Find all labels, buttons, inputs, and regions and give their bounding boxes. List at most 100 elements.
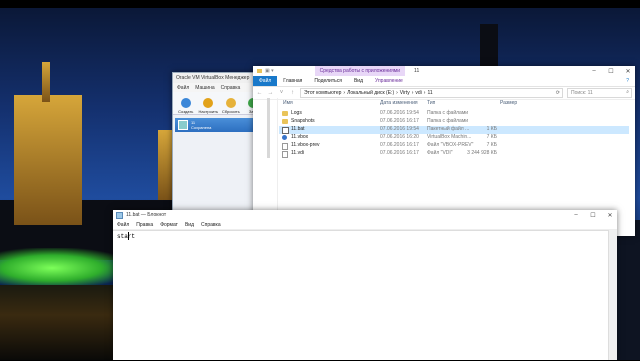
file-row[interactable]: 11.vbox-prev 07.06.2016 16:17 Файл "VBOX-P… bbox=[279, 142, 629, 150]
notepad-minimize-button[interactable]: – bbox=[569, 212, 583, 218]
discard-button[interactable]: Сбросить bbox=[221, 98, 240, 114]
virtualbox-window: Oracle VM VirtualBox Менеджер Файл Машин… bbox=[172, 72, 264, 224]
vbox-menu-help[interactable]: Справка bbox=[221, 85, 241, 91]
notepad-maximize-button[interactable]: ☐ bbox=[586, 212, 600, 219]
column-size[interactable]: Размер bbox=[500, 100, 517, 106]
virtualbox-titlebar: Oracle VM VirtualBox Менеджер bbox=[173, 73, 263, 83]
file-size: 7 КБ bbox=[486, 134, 497, 140]
up-arrow-icon[interactable]: ↑ bbox=[289, 90, 296, 96]
notepad-scrollbar[interactable] bbox=[608, 230, 617, 360]
context-tab-label: Средства работы с приложениями bbox=[314, 66, 406, 76]
file-row[interactable]: Logs 07.06.2016 19:54 Папка с файлами bbox=[279, 110, 629, 118]
file-name: Snapshots bbox=[291, 118, 315, 124]
bridge-lights bbox=[0, 248, 130, 288]
folder-icon bbox=[257, 69, 262, 73]
ribbon-tabs: Файл Главная Поделиться Вид Управление ? bbox=[253, 76, 635, 87]
breadcrumb-vdi[interactable]: vdi bbox=[415, 90, 421, 96]
tab-share[interactable]: Поделиться bbox=[308, 76, 348, 86]
recent-dropdown-icon[interactable]: ˅ bbox=[278, 90, 285, 96]
virtualbox-title: Oracle VM VirtualBox Менеджер bbox=[176, 75, 250, 81]
settings-button[interactable]: Настроить bbox=[198, 98, 218, 114]
notepad-menu-format[interactable]: Формат bbox=[160, 222, 178, 228]
notepad-text-area[interactable]: start bbox=[113, 230, 609, 361]
tab-home[interactable]: Главная bbox=[277, 76, 308, 86]
file-size: 1 КБ bbox=[486, 126, 497, 132]
file-type: Файл "VDI" bbox=[427, 150, 453, 156]
refresh-icon[interactable]: ⟳ bbox=[556, 90, 562, 96]
file-name: 11.vbox-prev bbox=[291, 142, 320, 148]
notepad-window: 11.bat — Блокнот – ☐ ✕ Файл Правка Форма… bbox=[113, 210, 617, 360]
file-row[interactable]: 11.bat 07.06.2016 19:54 Пакетный файл ... 1… bbox=[279, 126, 629, 134]
file-row[interactable]: 11.vbox 07.06.2016 16:20 VirtualBox Machin… bbox=[279, 134, 629, 142]
maximize-button[interactable]: ☐ bbox=[604, 68, 618, 75]
breadcrumb-11[interactable]: 11 bbox=[427, 90, 432, 96]
file-name: 11.vdi bbox=[291, 150, 304, 156]
quick-access-icons[interactable]: ▣ ▾ bbox=[265, 68, 274, 74]
palace-tower bbox=[14, 95, 82, 225]
address-input[interactable]: Этот компьютер › Локальный диск (E:) › Vir… bbox=[300, 88, 563, 98]
notepad-content: start bbox=[117, 233, 136, 240]
church-spire bbox=[480, 24, 498, 69]
back-arrow-icon[interactable]: ← bbox=[256, 90, 263, 96]
discard-label: Сбросить bbox=[221, 109, 240, 114]
file-type: Папка с файлами bbox=[427, 118, 469, 124]
settings-label: Настроить bbox=[198, 109, 219, 114]
notepad-menu-view[interactable]: Вид bbox=[185, 222, 194, 228]
tab-file[interactable]: Файл bbox=[253, 76, 278, 86]
help-icon[interactable]: ? bbox=[620, 76, 635, 86]
vbox-menu-file[interactable]: Файл bbox=[177, 85, 189, 91]
file-size: 7 КБ bbox=[486, 142, 497, 148]
notepad-menubar: Файл Правка Формат Вид Справка bbox=[113, 220, 617, 230]
river bbox=[0, 285, 120, 360]
file-row[interactable]: 11.vdi 07.06.2016 16:17 Файл "VDI" 3 244 92… bbox=[279, 150, 629, 158]
search-icon: ⌕ bbox=[626, 89, 629, 95]
close-button[interactable]: ✕ bbox=[621, 68, 635, 75]
file-date: 07.06.2016 19:54 bbox=[380, 126, 419, 132]
file-date: 07.06.2016 16:17 bbox=[380, 118, 419, 124]
discard-icon bbox=[225, 98, 236, 108]
file-type: Пакетный файл ... bbox=[427, 126, 470, 132]
vm-state: Сохранена bbox=[191, 125, 212, 130]
gear-icon bbox=[203, 98, 214, 108]
vbox-menu-machine[interactable]: Машина bbox=[195, 85, 214, 91]
column-name[interactable]: Имя bbox=[283, 100, 293, 106]
search-input[interactable]: Поиск: 11 ⌕ bbox=[567, 88, 632, 98]
file-type: Папка с файлами bbox=[427, 110, 469, 116]
breadcrumb-drive[interactable]: Локальный диск (E:) bbox=[347, 90, 394, 96]
notepad-menu-help[interactable]: Справка bbox=[201, 222, 221, 228]
file-type: VirtualBox Machin... bbox=[427, 134, 472, 140]
file-name: 11.bat bbox=[291, 126, 305, 132]
notepad-close-button[interactable]: ✕ bbox=[603, 212, 617, 219]
column-type[interactable]: Тип bbox=[427, 100, 435, 106]
create-icon bbox=[180, 98, 191, 108]
tab-view[interactable]: Вид bbox=[348, 76, 369, 86]
file-type: Файл "VBOX-PREV" bbox=[427, 142, 474, 148]
breadcrumb-virty[interactable]: Virty bbox=[400, 90, 410, 96]
letterbox-bar bbox=[0, 0, 640, 8]
text-cursor-icon bbox=[128, 232, 129, 240]
file-name: Logs bbox=[291, 110, 302, 116]
file-row[interactable]: Snapshots 07.06.2016 16:17 Папка с файлами bbox=[279, 118, 629, 126]
notepad-titlebar: 11.bat — Блокнот – ☐ ✕ bbox=[113, 210, 617, 220]
right-skyline bbox=[617, 220, 640, 360]
vm-list-item[interactable]: 11 Сохранена bbox=[175, 118, 261, 132]
column-date[interactable]: Дата изменения bbox=[380, 100, 418, 106]
forward-arrow-icon[interactable]: → bbox=[267, 90, 274, 96]
batch-file-icon bbox=[282, 127, 289, 134]
palace-spire bbox=[42, 62, 50, 102]
explorer-titlebar: ▣ ▾ Средства работы с приложениями 11 – … bbox=[253, 66, 635, 76]
virtualbox-menubar: Файл Машина Справка bbox=[173, 83, 263, 92]
notepad-menu-edit[interactable]: Правка bbox=[136, 222, 153, 228]
vm-os-icon bbox=[178, 120, 188, 130]
notepad-title: 11.bat — Блокнот bbox=[126, 212, 167, 218]
minimize-button[interactable]: – bbox=[587, 68, 601, 74]
file-rows: Logs 07.06.2016 19:54 Папка с файлами Snaps… bbox=[279, 110, 629, 158]
create-button[interactable]: Создать bbox=[176, 98, 195, 114]
tab-manage[interactable]: Управление bbox=[369, 76, 409, 86]
nav-scrollbar[interactable] bbox=[267, 98, 270, 158]
notepad-icon bbox=[116, 211, 123, 219]
notepad-menu-file[interactable]: Файл bbox=[117, 222, 129, 228]
file-date: 07.06.2016 16:17 bbox=[380, 150, 419, 156]
breadcrumb-this-pc[interactable]: Этот компьютер bbox=[304, 90, 341, 96]
file-icon bbox=[282, 143, 288, 150]
